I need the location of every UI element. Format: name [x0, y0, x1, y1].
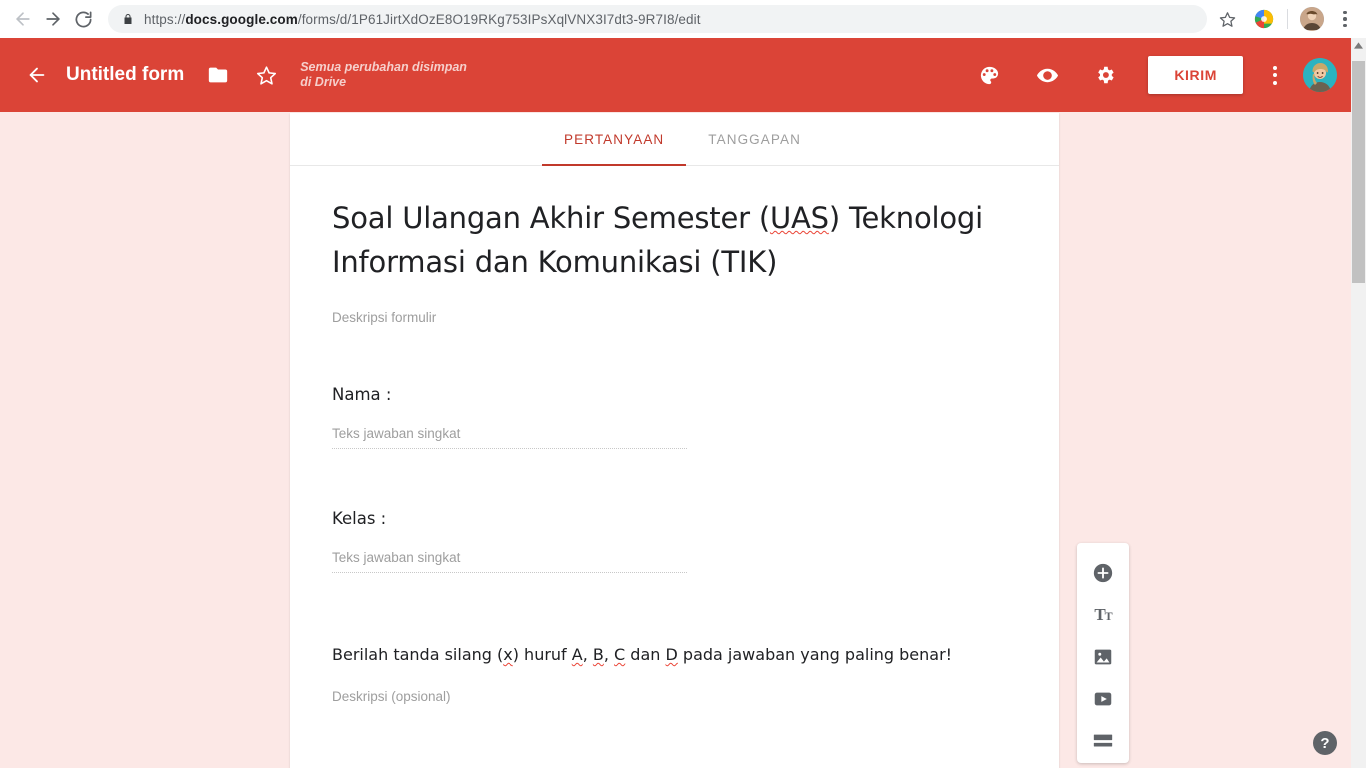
tab-tanggapan-label: TANGGAPAN [708, 131, 801, 147]
section-description-placeholder[interactable]: Deskripsi (opsional) [332, 689, 1017, 704]
question-item-nama[interactable]: Nama : Teks jawaban singkat [332, 385, 1017, 449]
add-video-icon[interactable] [1083, 683, 1123, 715]
forms-back-button[interactable] [20, 58, 54, 92]
section-title-misspelled-d: D [665, 645, 678, 664]
address-bar[interactable]: https://docs.google.com/forms/d/1P61Jirt… [108, 5, 1207, 33]
section-title-part-e: dan [625, 645, 666, 664]
add-section-icon[interactable] [1083, 725, 1123, 757]
form-edit-toolbar: TT [1077, 543, 1129, 763]
question-label-nama[interactable]: Nama : [332, 385, 1017, 404]
question-item-kelas[interactable]: Kelas : Teks jawaban singkat [332, 509, 1017, 573]
kebab-dot [1343, 17, 1347, 21]
question-label-kelas[interactable]: Kelas : [332, 509, 1017, 528]
lock-icon [122, 12, 134, 26]
tab-pertanyaan[interactable]: PERTANYAAN [542, 113, 687, 166]
send-button[interactable]: KIRIM [1148, 56, 1243, 94]
section-title-misspelled-a: A [571, 645, 583, 664]
form-title-part-1: Soal Ulangan Akhir Semester ( [332, 201, 770, 235]
section-title[interactable]: Berilah tanda silang (x) huruf A, B, C d… [332, 643, 1017, 667]
form-title[interactable]: Untitled form [66, 64, 184, 86]
browser-profile-avatar[interactable] [1300, 7, 1324, 31]
url-path: /forms/d/1P61JirtXdOzE8O19RKg753IPsXqlVN… [297, 11, 701, 27]
kebab-dot [1343, 10, 1347, 15]
form-description-placeholder[interactable]: Deskripsi formulir [332, 310, 1017, 325]
url-scheme: https:// [144, 11, 186, 27]
form-title-misspelled-word: UAS [769, 201, 829, 235]
form-tabs: PERTANYAAN TANGGAPAN [290, 113, 1059, 166]
section-title-part-b: ) huruf [512, 645, 572, 664]
add-question-icon[interactable] [1083, 557, 1123, 589]
save-status-text: Semua perubahan disimpan di Drive [300, 60, 467, 89]
google-forms-app: Untitled form Semua perubahan disimpan d… [0, 38, 1351, 768]
tab-tanggapan[interactable]: TANGGAPAN [686, 113, 823, 165]
form-body: Soal Ulangan Akhir Semester (UAS) Teknol… [290, 166, 1059, 704]
star-outline-icon[interactable] [250, 59, 282, 91]
browser-forward-button[interactable] [38, 4, 68, 34]
palette-icon[interactable] [973, 59, 1005, 91]
section-title-part-c: , [582, 645, 593, 664]
browser-menu-icon[interactable] [1332, 5, 1358, 33]
forms-header: Untitled form Semua perubahan disimpan d… [0, 38, 1351, 112]
section-header-item[interactable]: Berilah tanda silang (x) huruf A, B, C d… [332, 643, 1017, 704]
kebab-dot [1273, 80, 1277, 85]
folder-icon[interactable] [202, 59, 234, 91]
browser-back-button[interactable] [8, 4, 38, 34]
section-title-part-a: Berilah tanda silang ( [332, 645, 504, 664]
answer-placeholder-nama: Teks jawaban singkat [332, 426, 687, 449]
form-document-title[interactable]: Soal Ulangan Akhir Semester (UAS) Teknol… [332, 196, 1017, 284]
gear-icon[interactable] [1089, 59, 1121, 91]
scrollbar-thumb[interactable] [1352, 61, 1365, 283]
toolbar-divider [1287, 9, 1288, 29]
section-title-misspelled-c: C [614, 645, 626, 664]
add-title-icon[interactable]: TT [1083, 599, 1123, 631]
section-title-misspelled-x: x [503, 645, 513, 664]
browser-toolbar: https://docs.google.com/forms/d/1P61Jirt… [0, 0, 1366, 38]
url-host: docs.google.com [185, 11, 298, 27]
url-text: https://docs.google.com/forms/d/1P61Jirt… [144, 12, 701, 27]
account-avatar[interactable] [1303, 58, 1337, 92]
section-title-part-d: , [603, 645, 615, 664]
section-title-part-f: pada jawaban yang paling benar! [677, 645, 953, 664]
browser-reload-button[interactable] [68, 4, 98, 34]
answer-placeholder-kelas: Teks jawaban singkat [332, 550, 687, 573]
extension-icon[interactable] [1253, 8, 1275, 30]
eye-icon[interactable] [1031, 59, 1063, 91]
page-scrollbar[interactable] [1351, 38, 1366, 768]
section-title-misspelled-b: B [592, 645, 604, 664]
tab-pertanyaan-label: PERTANYAAN [564, 131, 665, 147]
kebab-dot [1273, 65, 1277, 70]
bookmark-star-icon[interactable] [1213, 5, 1241, 33]
form-card: PERTANYAAN TANGGAPAN Soal Ulangan Akhir … [290, 113, 1059, 768]
help-icon[interactable]: ? [1313, 731, 1337, 755]
forms-more-menu-icon[interactable] [1261, 58, 1289, 92]
add-title-glyph: TT [1094, 605, 1112, 624]
kebab-dot [1343, 23, 1347, 28]
scroll-up-arrow-icon[interactable] [1351, 38, 1366, 53]
forms-header-actions: KIRIM [960, 56, 1337, 94]
add-image-icon[interactable] [1083, 641, 1123, 673]
kebab-dot [1273, 73, 1277, 77]
